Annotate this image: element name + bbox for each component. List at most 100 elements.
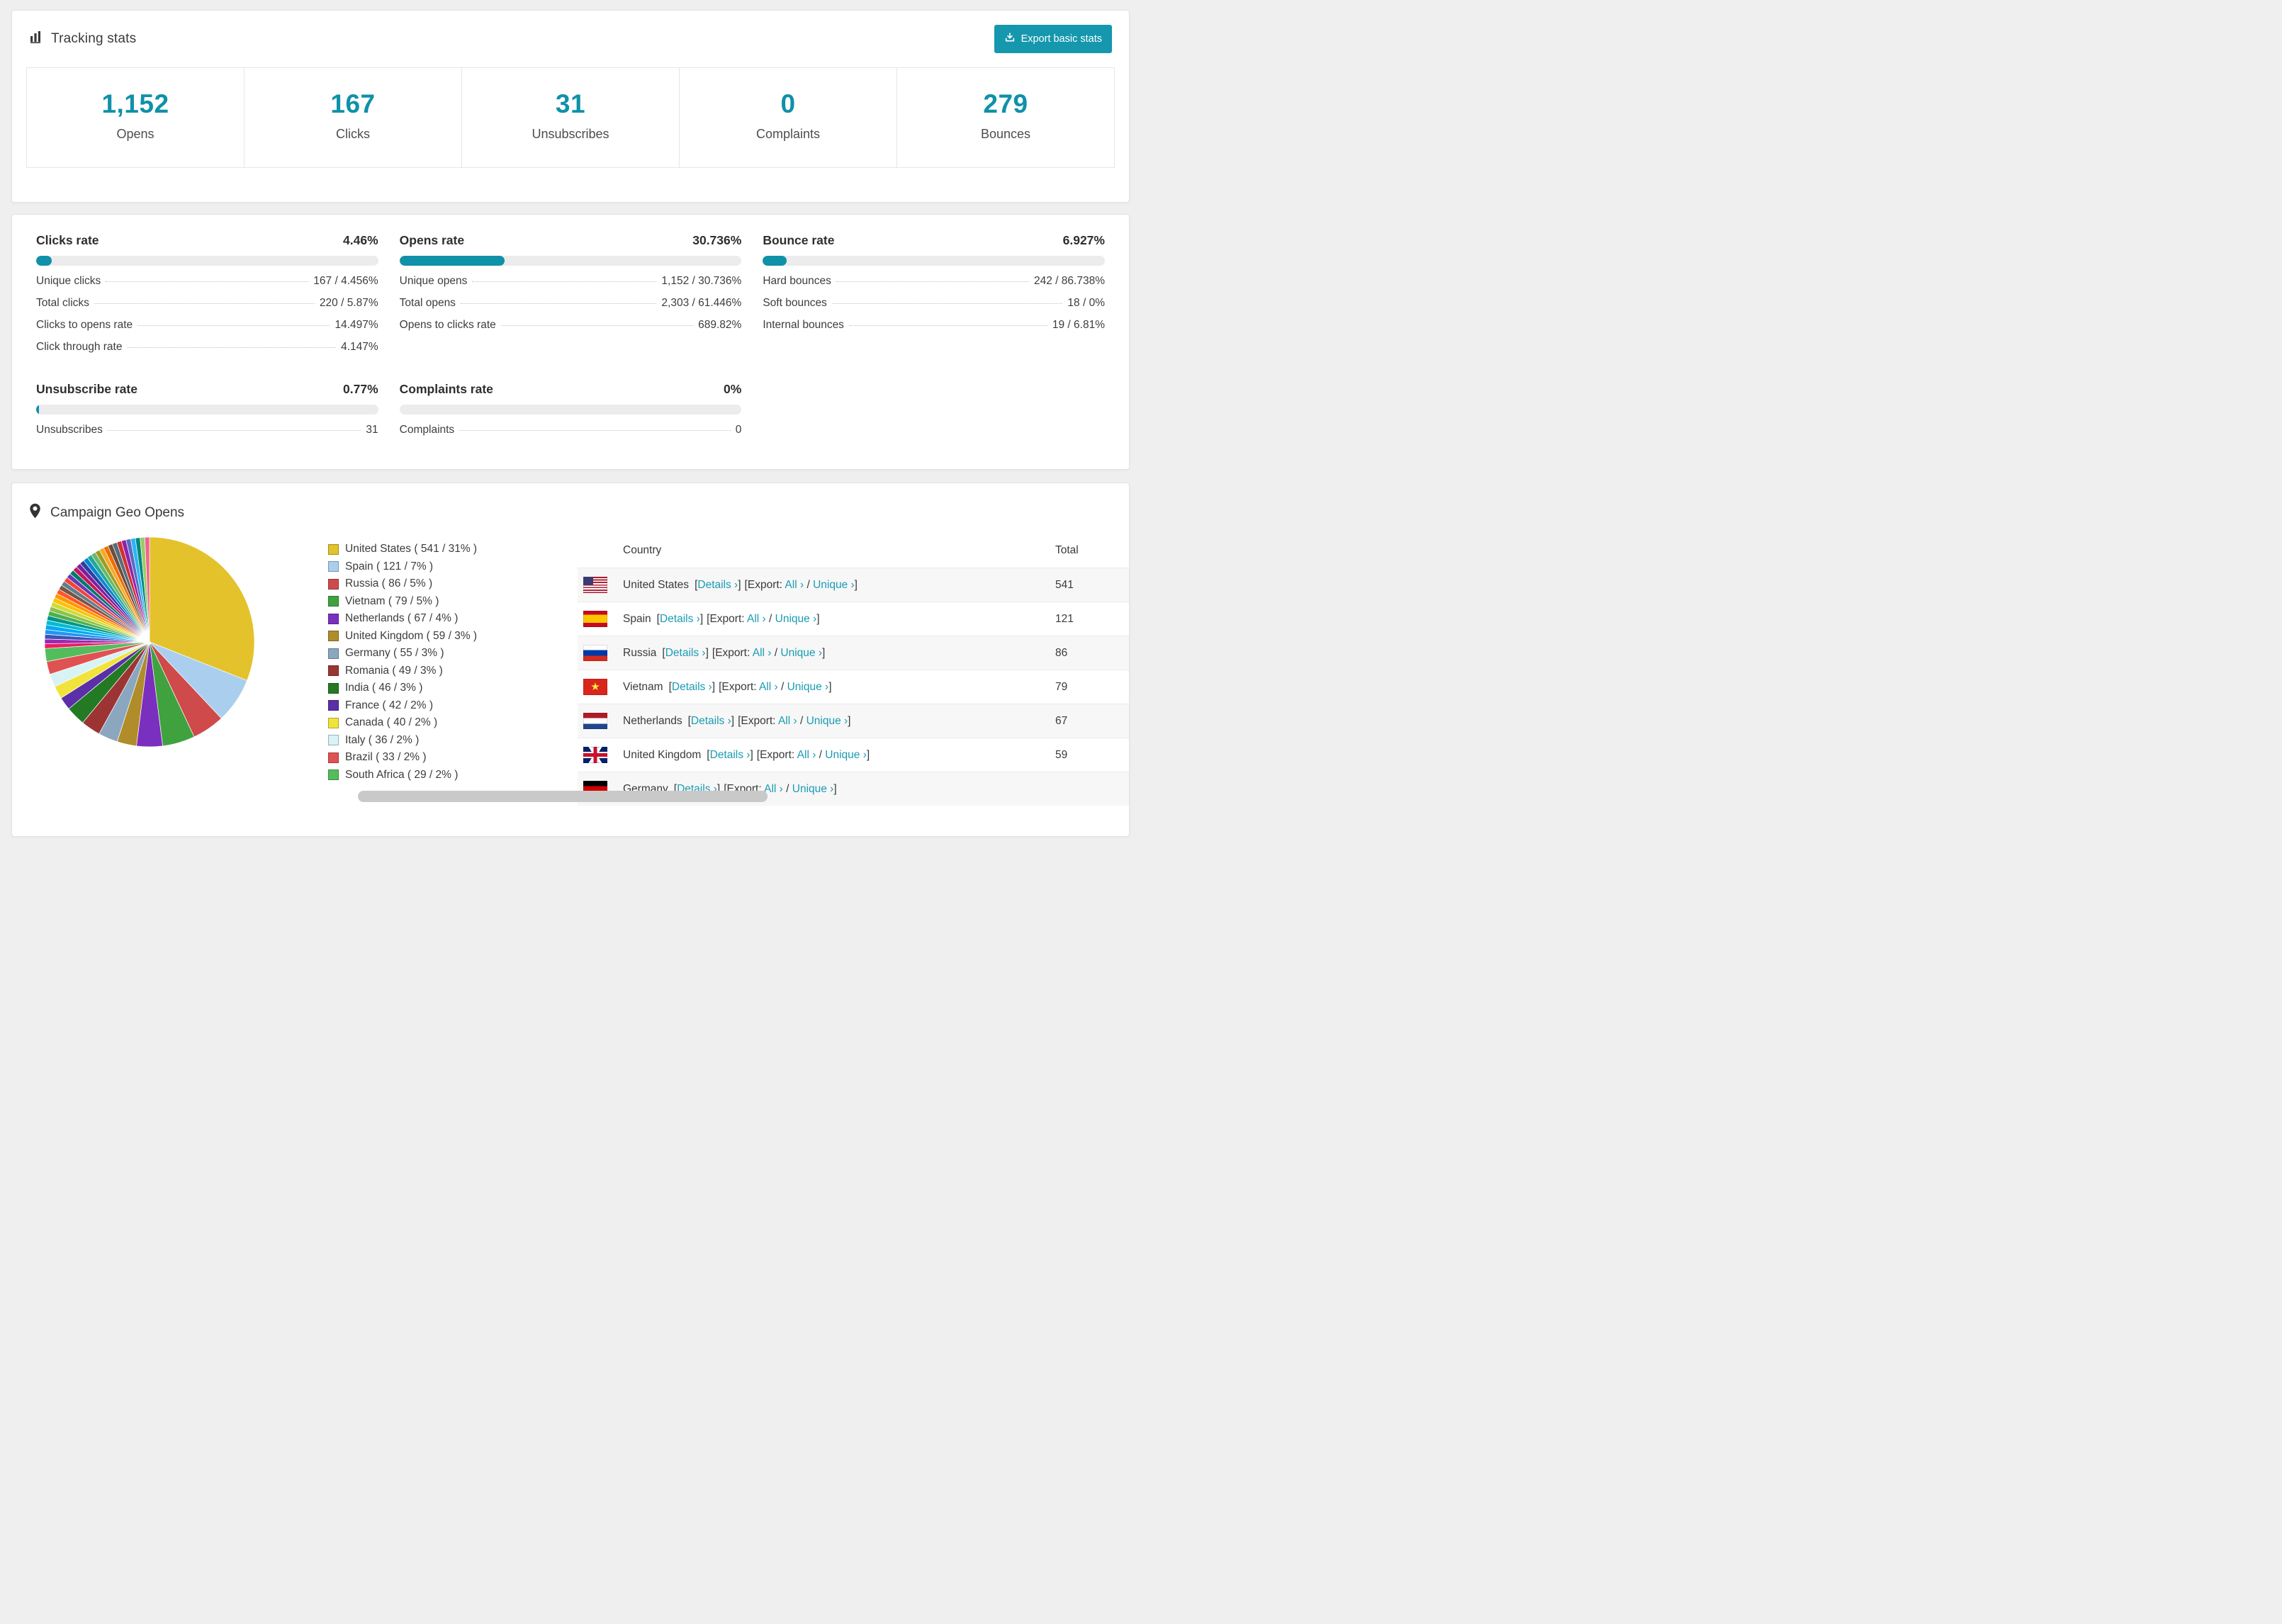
metric-label: Complaints bbox=[399, 424, 455, 436]
unsubscribe-rate-percent: 0.77% bbox=[343, 382, 378, 396]
clicks-label: Clicks bbox=[336, 127, 370, 141]
details-link[interactable]: Details › bbox=[672, 681, 712, 693]
legend-label: Romania ( 49 / 3% ) bbox=[345, 664, 443, 677]
legend-swatch bbox=[328, 631, 339, 641]
total-value: 121 bbox=[1055, 612, 1074, 625]
complaints-rate-title: Complaints rate bbox=[399, 382, 493, 396]
export-label: Export: bbox=[747, 578, 782, 591]
geo-title: Campaign Geo Opens bbox=[50, 505, 185, 520]
tracking-stats-title-row: Tracking stats bbox=[29, 30, 136, 48]
dotted-leader bbox=[94, 303, 315, 304]
bracket: ] bbox=[699, 612, 704, 625]
geo-pie-chart[interactable] bbox=[43, 536, 256, 748]
legend-swatch bbox=[328, 665, 339, 676]
bracket: ] bbox=[848, 714, 851, 727]
legend-item-russia[interactable]: Russia ( 86 / 5% ) bbox=[328, 577, 578, 590]
legend-swatch bbox=[328, 613, 339, 624]
metric-value: 242 / 86.738% bbox=[1034, 275, 1105, 287]
export-all-link[interactable]: All › bbox=[764, 783, 783, 795]
bracket: ] bbox=[731, 714, 735, 727]
export-basic-stats-button[interactable]: Export basic stats bbox=[994, 25, 1112, 53]
clicks-rate-title: Clicks rate bbox=[36, 233, 99, 247]
stat-complaints: 0 Complaints bbox=[680, 68, 897, 167]
legend-item-netherlands[interactable]: Netherlands ( 67 / 4% ) bbox=[328, 612, 578, 625]
legend-swatch bbox=[328, 561, 339, 572]
legend-swatch bbox=[328, 596, 339, 607]
legend-label: Vietnam ( 79 / 5% ) bbox=[345, 594, 439, 607]
geo-table-wrap: Country Total United States [Details ›] [E… bbox=[578, 536, 1129, 806]
legend-label: Netherlands ( 67 / 4% ) bbox=[345, 612, 459, 624]
export-unique-link[interactable]: Unique › bbox=[787, 681, 829, 693]
legend-item-united-kingdom[interactable]: United Kingdom ( 59 / 3% ) bbox=[328, 630, 578, 643]
bracket: ] bbox=[738, 578, 741, 591]
export-all-link[interactable]: All › bbox=[785, 579, 804, 591]
metric-label: Total opens bbox=[399, 297, 456, 309]
export-unique-link[interactable]: Unique › bbox=[825, 749, 867, 761]
legend-item-india[interactable]: India ( 46 / 3% ) bbox=[328, 682, 578, 694]
complaints-label: Complaints bbox=[755, 127, 821, 141]
legend-item-south-africa[interactable]: South Africa ( 29 / 2% ) bbox=[328, 769, 578, 782]
legend-item-france[interactable]: France ( 42 / 2% ) bbox=[328, 699, 578, 712]
legend-item-united-states[interactable]: United States ( 541 / 31% ) bbox=[328, 543, 578, 556]
metric-value: 2,303 / 61.446% bbox=[661, 297, 742, 309]
total-value bbox=[1050, 772, 1129, 806]
export-unique-link[interactable]: Unique › bbox=[775, 613, 817, 625]
legend-label: India ( 46 / 3% ) bbox=[345, 682, 423, 694]
legend-label: Germany ( 55 / 3% ) bbox=[345, 647, 444, 659]
geo-pie-wrap bbox=[43, 536, 328, 806]
details-link[interactable]: Details › bbox=[691, 715, 731, 727]
legend-item-brazil[interactable]: Brazil ( 33 / 2% ) bbox=[328, 751, 578, 764]
legend-label: United Kingdom ( 59 / 3% ) bbox=[345, 629, 478, 642]
details-link[interactable]: Details › bbox=[697, 579, 738, 591]
export-all-link[interactable]: All › bbox=[747, 613, 766, 625]
export-unique-link[interactable]: Unique › bbox=[780, 647, 822, 659]
legend-item-germany[interactable]: Germany ( 55 / 3% ) bbox=[328, 647, 578, 660]
metric-value: 1,152 / 30.736% bbox=[661, 275, 742, 287]
bracket: ] bbox=[712, 680, 716, 693]
export-all-link[interactable]: All › bbox=[759, 681, 778, 693]
legend-swatch bbox=[328, 735, 339, 745]
legend-item-spain[interactable]: Spain ( 121 / 7% ) bbox=[328, 560, 578, 573]
stat-clicks: 167 Clicks bbox=[244, 68, 462, 167]
netherlands-flag-icon bbox=[583, 713, 607, 729]
export-icon bbox=[1004, 32, 1016, 46]
legend-item-italy[interactable]: Italy ( 36 / 2% ) bbox=[328, 734, 578, 747]
country-name: Spain bbox=[623, 612, 651, 625]
unsubscribe-rate-bar-fill bbox=[36, 405, 39, 415]
metric-label: Internal bounces bbox=[763, 319, 844, 331]
total-value: 86 bbox=[1055, 646, 1068, 659]
legend-item-canada[interactable]: Canada ( 40 / 2% ) bbox=[328, 716, 578, 729]
export-all-link[interactable]: All › bbox=[797, 749, 816, 761]
legend-label: France ( 42 / 2% ) bbox=[345, 699, 434, 711]
legend-item-vietnam[interactable]: Vietnam ( 79 / 5% ) bbox=[328, 595, 578, 608]
geo-table-row: Netherlands [Details ›] [Export: All › / U… bbox=[578, 704, 1129, 738]
spain-flag-icon bbox=[583, 611, 607, 627]
bounce-rate-percent: 6.927% bbox=[1062, 233, 1105, 247]
country-name: Russia bbox=[623, 646, 657, 659]
export-unique-link[interactable]: Unique › bbox=[813, 579, 855, 591]
complaints-count: 0 bbox=[780, 89, 796, 118]
legend-swatch bbox=[328, 769, 339, 780]
country-name: United Kingdom bbox=[623, 748, 702, 761]
opens-count: 1,152 bbox=[101, 89, 169, 118]
legend-item-romania[interactable]: Romania ( 49 / 3% ) bbox=[328, 665, 578, 677]
unsubscribe-rate-bar bbox=[36, 405, 378, 415]
export-unique-link[interactable]: Unique › bbox=[792, 783, 834, 795]
details-link[interactable]: Details › bbox=[660, 613, 700, 625]
total-value: 59 bbox=[1055, 748, 1068, 761]
bounce-rate-title: Bounce rate bbox=[763, 233, 835, 247]
complaints-rate-panel: Complaints rate 0% Complaints 0 bbox=[399, 382, 742, 436]
opens-rate-percent: 30.736% bbox=[692, 233, 742, 247]
export-unique-link[interactable]: Unique › bbox=[806, 715, 848, 727]
details-link[interactable]: Details › bbox=[710, 749, 751, 761]
country-name: Vietnam bbox=[623, 680, 663, 693]
dotted-leader bbox=[137, 325, 330, 326]
export-all-link[interactable]: All › bbox=[753, 647, 772, 659]
metric-value: 19 / 6.81% bbox=[1052, 319, 1105, 331]
country-column-header: Country bbox=[623, 544, 662, 556]
horizontal-scrollbar-thumb[interactable] bbox=[358, 791, 768, 802]
country-name: Netherlands bbox=[623, 714, 682, 727]
geo-table-row: Spain [Details ›] [Export: All › / Unique … bbox=[578, 602, 1129, 636]
details-link[interactable]: Details › bbox=[665, 647, 706, 659]
export-all-link[interactable]: All › bbox=[778, 715, 797, 727]
